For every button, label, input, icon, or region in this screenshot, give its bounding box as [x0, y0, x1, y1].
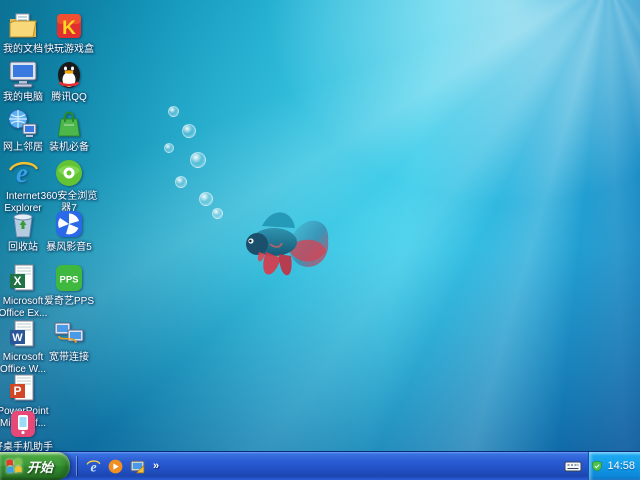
- start-button-label: 开始: [27, 457, 53, 476]
- icon-label: 爱奇艺PPS: [44, 296, 94, 308]
- svg-text:PPS: PPS: [59, 275, 78, 286]
- my-computer-icon: [7, 58, 39, 90]
- svg-text:X: X: [13, 274, 21, 288]
- 360-browser-icon: [53, 157, 85, 189]
- windows-logo-icon: [5, 457, 23, 475]
- broadband-icon: [53, 318, 85, 350]
- internet-explorer-icon: e: [7, 157, 39, 189]
- icon-label: 回收站: [8, 242, 38, 254]
- software-bag-icon: [53, 108, 85, 140]
- bubble: [182, 124, 196, 138]
- game-box-icon: K: [53, 10, 85, 42]
- bubble: [190, 152, 206, 168]
- quick-launch-ie-icon[interactable]: e: [85, 458, 102, 475]
- start-button[interactable]: 开始: [0, 452, 70, 480]
- storm-player-icon: [53, 208, 85, 240]
- quick-launch-show-desktop-icon[interactable]: [129, 458, 146, 475]
- qq-icon: [53, 58, 85, 90]
- quick-launch-media-player-icon[interactable]: [107, 458, 124, 475]
- desktop-icon-phone-assistant[interactable]: 好桌手机助手: [0, 408, 55, 454]
- desktop-background: 我的文档 我的电脑 网上邻居 e Internet Explorer 回收站 X…: [0, 0, 640, 451]
- svg-text:W: W: [12, 332, 23, 344]
- taskbar-clock[interactable]: 14:58: [607, 460, 635, 472]
- bubble: [168, 106, 179, 117]
- bubble: [212, 208, 223, 219]
- betta-fish-wallpaper: [232, 196, 337, 296]
- desktop-icon-qq[interactable]: 腾讯QQ: [37, 58, 101, 104]
- icon-label: 腾讯QQ: [51, 92, 87, 104]
- quick-launch-bar: e »: [76, 452, 161, 480]
- excel-icon: X: [7, 262, 39, 294]
- bubble: [199, 192, 213, 206]
- system-tray: 14:58: [588, 452, 640, 480]
- desktop-icon-360-browser[interactable]: 360安全浏览器7: [37, 157, 101, 214]
- iqiyi-pps-icon: PPS: [53, 262, 85, 294]
- quick-launch-overflow-chevron[interactable]: »: [151, 460, 161, 472]
- icon-label: 宽带连接: [49, 352, 89, 364]
- icon-label: 装机必备: [49, 142, 89, 154]
- desktop-icon-iqiyi-pps[interactable]: PPS 爱奇艺PPS: [37, 262, 101, 308]
- quick-launch-divider: [76, 456, 77, 476]
- recycle-bin-icon: [7, 208, 39, 240]
- icon-label: 暴风影音5: [46, 242, 92, 254]
- my-documents-icon: [7, 10, 39, 42]
- desktop-icon-broadband[interactable]: 宽带连接: [37, 318, 101, 364]
- desktop-icon-software-bag[interactable]: 装机必备: [37, 108, 101, 154]
- bubble: [164, 143, 174, 153]
- network-places-icon: [7, 108, 39, 140]
- input-method-keyboard-icon[interactable]: [564, 459, 582, 473]
- svg-text:P: P: [13, 384, 21, 398]
- word-icon: W: [7, 318, 39, 350]
- powerpoint-icon: P: [7, 372, 39, 404]
- taskbar: 开始 e » 14:58: [0, 451, 640, 480]
- icon-label: 快玩游戏盒: [44, 44, 94, 56]
- bubble: [175, 176, 187, 188]
- phone-assistant-icon: [7, 408, 39, 440]
- desktop-icon-game-box[interactable]: K 快玩游戏盒: [37, 10, 101, 56]
- antivirus-shield-tray-icon[interactable]: [591, 460, 603, 472]
- desktop-icon-storm-player[interactable]: 暴风影音5: [37, 208, 101, 254]
- svg-text:K: K: [62, 18, 76, 39]
